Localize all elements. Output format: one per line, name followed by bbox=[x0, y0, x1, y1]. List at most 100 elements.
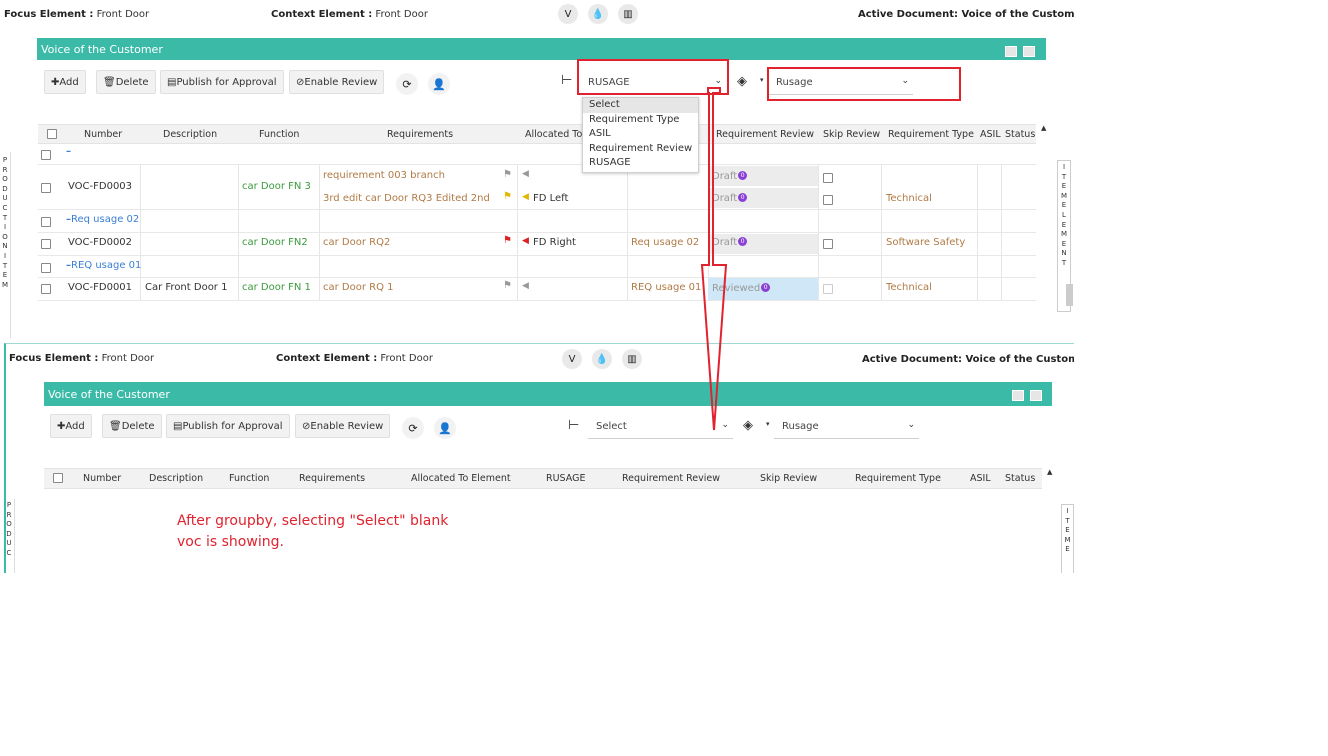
row-checkbox[interactable] bbox=[41, 183, 51, 193]
active-document: Active Document: Voice of the Customer bbox=[858, 9, 1075, 20]
side-label-left: PRODUCTIONITEM bbox=[1, 156, 9, 289]
highlight-filter bbox=[767, 67, 961, 101]
col-skip-review[interactable]: Skip Review bbox=[823, 129, 880, 140]
refresh-icon[interactable]: ⟳ bbox=[402, 417, 424, 439]
table-row[interactable]: VOC-FD0003 car Door FN 3 requirement 003… bbox=[38, 165, 1036, 210]
publish-button[interactable]: ▤ Publish for Approval bbox=[160, 70, 284, 94]
dropdown-option[interactable]: RUSAGE bbox=[583, 156, 698, 171]
skip-review-checkbox[interactable] bbox=[823, 195, 833, 205]
production-item-tab[interactable]: PRODUC bbox=[6, 499, 15, 573]
grid-icon[interactable] bbox=[1030, 390, 1042, 401]
col-requirement-type[interactable]: Requirement Type bbox=[855, 473, 941, 484]
select-all-checkbox[interactable] bbox=[47, 129, 57, 139]
vine-icon[interactable]: V bbox=[558, 4, 578, 24]
panel-header: Voice of the Customer bbox=[37, 38, 1046, 60]
scrollbar[interactable] bbox=[1066, 284, 1073, 306]
skip-review-checkbox[interactable] bbox=[823, 173, 833, 183]
col-number[interactable]: Number bbox=[84, 129, 122, 140]
col-allocated[interactable]: Allocated To Element bbox=[411, 473, 511, 484]
skip-review-checkbox[interactable] bbox=[823, 239, 833, 249]
groupby-icon[interactable]: ⊢ bbox=[568, 418, 579, 433]
col-requirement-type[interactable]: Requirement Type bbox=[888, 129, 974, 140]
item-element-tab[interactable]: ITEME bbox=[1061, 504, 1074, 573]
dropdown-option[interactable]: Requirement Type bbox=[583, 113, 698, 128]
col-function[interactable]: Function bbox=[229, 473, 269, 484]
chart-icon[interactable]: ▥ bbox=[622, 349, 642, 369]
add-button[interactable]: ✚ Add bbox=[50, 414, 92, 438]
col-rusage[interactable]: RUSAGE bbox=[546, 473, 585, 484]
cell-requirement: requirement 003 branch bbox=[323, 170, 445, 181]
col-status[interactable]: Status bbox=[1005, 129, 1035, 140]
col-skip-review[interactable]: Skip Review bbox=[760, 473, 817, 484]
delete-button[interactable]: 🗑 Delete bbox=[102, 414, 162, 438]
dropdown-option[interactable]: ASIL bbox=[583, 127, 698, 142]
filter-select[interactable]: Rusage ⌄ bbox=[774, 415, 919, 439]
flag-icon[interactable]: ⚑ bbox=[503, 169, 512, 180]
group-row[interactable]: –Req usage 02 bbox=[38, 210, 1036, 233]
grid-icon[interactable] bbox=[1005, 46, 1017, 57]
col-status[interactable]: Status bbox=[1005, 473, 1035, 484]
skip-review-checkbox[interactable] bbox=[823, 284, 833, 294]
group-row[interactable]: – bbox=[38, 144, 1036, 165]
cell-function: car Door FN 1 bbox=[242, 282, 311, 293]
grid-icon[interactable] bbox=[1023, 46, 1035, 57]
context-bar: Focus Element : Front Door Context Eleme… bbox=[0, 0, 1075, 28]
col-function[interactable]: Function bbox=[259, 129, 299, 140]
col-requirements[interactable]: Requirements bbox=[299, 473, 365, 484]
assign-user-icon[interactable]: 👤 bbox=[428, 73, 450, 95]
flag-icon[interactable]: ⚑ bbox=[503, 280, 512, 291]
scroll-up-icon[interactable]: ▲ bbox=[1047, 468, 1052, 476]
groupby-dropdown[interactable]: Select Requirement Type ASIL Requirement… bbox=[582, 97, 699, 173]
scroll-up-icon[interactable]: ▲ bbox=[1041, 124, 1046, 132]
publish-button[interactable]: ▤ Publish for Approval bbox=[166, 414, 290, 438]
delete-button[interactable]: 🗑 Delete bbox=[96, 70, 156, 94]
row-checkbox[interactable] bbox=[41, 263, 51, 273]
dropdown-option[interactable]: Select bbox=[583, 98, 698, 113]
layers-icon[interactable]: ◈ bbox=[743, 418, 753, 433]
select-all-checkbox[interactable] bbox=[53, 473, 63, 483]
speaker-icon: ◀ bbox=[522, 169, 529, 179]
col-review[interactable]: Requirement Review bbox=[622, 473, 720, 484]
focus-label: Focus Element : bbox=[4, 9, 94, 20]
speaker-icon: ◀ bbox=[522, 192, 529, 202]
context-label: Context Element : bbox=[271, 9, 373, 20]
table-row[interactable]: VOC-FD0002 car Door FN2 car Door RQ2 ⚑ ◀… bbox=[38, 233, 1036, 256]
grid-header: Number Description Function Requirements… bbox=[38, 124, 1036, 144]
col-asil[interactable]: ASIL bbox=[970, 473, 991, 484]
row-checkbox[interactable] bbox=[41, 239, 51, 249]
col-description[interactable]: Description bbox=[149, 473, 203, 484]
enable-review-button[interactable]: ⊘ Enable Review bbox=[295, 414, 391, 438]
cell-allocated: FD Left bbox=[533, 193, 569, 204]
row-checkbox[interactable] bbox=[41, 217, 51, 227]
cell-requirement: car Door RQ 1 bbox=[323, 282, 394, 293]
col-asil[interactable]: ASIL bbox=[980, 129, 1001, 140]
table-row[interactable]: VOC-FD0001 Car Front Door 1 car Door FN … bbox=[38, 278, 1036, 301]
production-item-tab[interactable]: PRODUCTIONITEM bbox=[0, 152, 11, 338]
flag-icon[interactable]: ⚑ bbox=[503, 235, 512, 246]
vine-icon[interactable]: V bbox=[562, 349, 582, 369]
drop-icon[interactable]: 💧 bbox=[588, 4, 608, 24]
groupby-icon[interactable]: ⊢ bbox=[561, 73, 572, 88]
row-checkbox[interactable] bbox=[41, 150, 51, 160]
flag-icon[interactable]: ⚑ bbox=[503, 191, 512, 202]
side-label-right: ITEMELEMENT bbox=[1060, 163, 1068, 267]
refresh-icon[interactable]: ⟳ bbox=[396, 73, 418, 95]
cell-requirement: 3rd edit car Door RQ3 Edited 2nd bbox=[323, 193, 490, 204]
enable-review-button[interactable]: ⊘ Enable Review bbox=[289, 70, 385, 94]
focus-value: Front Door bbox=[101, 353, 155, 364]
row-checkbox[interactable] bbox=[41, 284, 51, 294]
col-description[interactable]: Description bbox=[163, 129, 217, 140]
drop-icon[interactable]: 💧 bbox=[592, 349, 612, 369]
chart-icon[interactable]: ▥ bbox=[618, 4, 638, 24]
col-allocated[interactable]: Allocated To bbox=[525, 129, 582, 140]
dropdown-option[interactable]: Requirement Review bbox=[583, 142, 698, 157]
cell-type: Technical bbox=[886, 193, 932, 204]
col-number[interactable]: Number bbox=[83, 473, 121, 484]
grid-icon[interactable] bbox=[1012, 390, 1024, 401]
col-requirements[interactable]: Requirements bbox=[387, 129, 453, 140]
group-row[interactable]: –REQ usage 01 bbox=[38, 256, 1036, 278]
comment-icon[interactable]: 0 bbox=[761, 283, 771, 292]
caret-icon: ▾ bbox=[766, 420, 770, 428]
assign-user-icon[interactable]: 👤 bbox=[434, 417, 456, 439]
add-button[interactable]: ✚ Add bbox=[44, 70, 86, 94]
